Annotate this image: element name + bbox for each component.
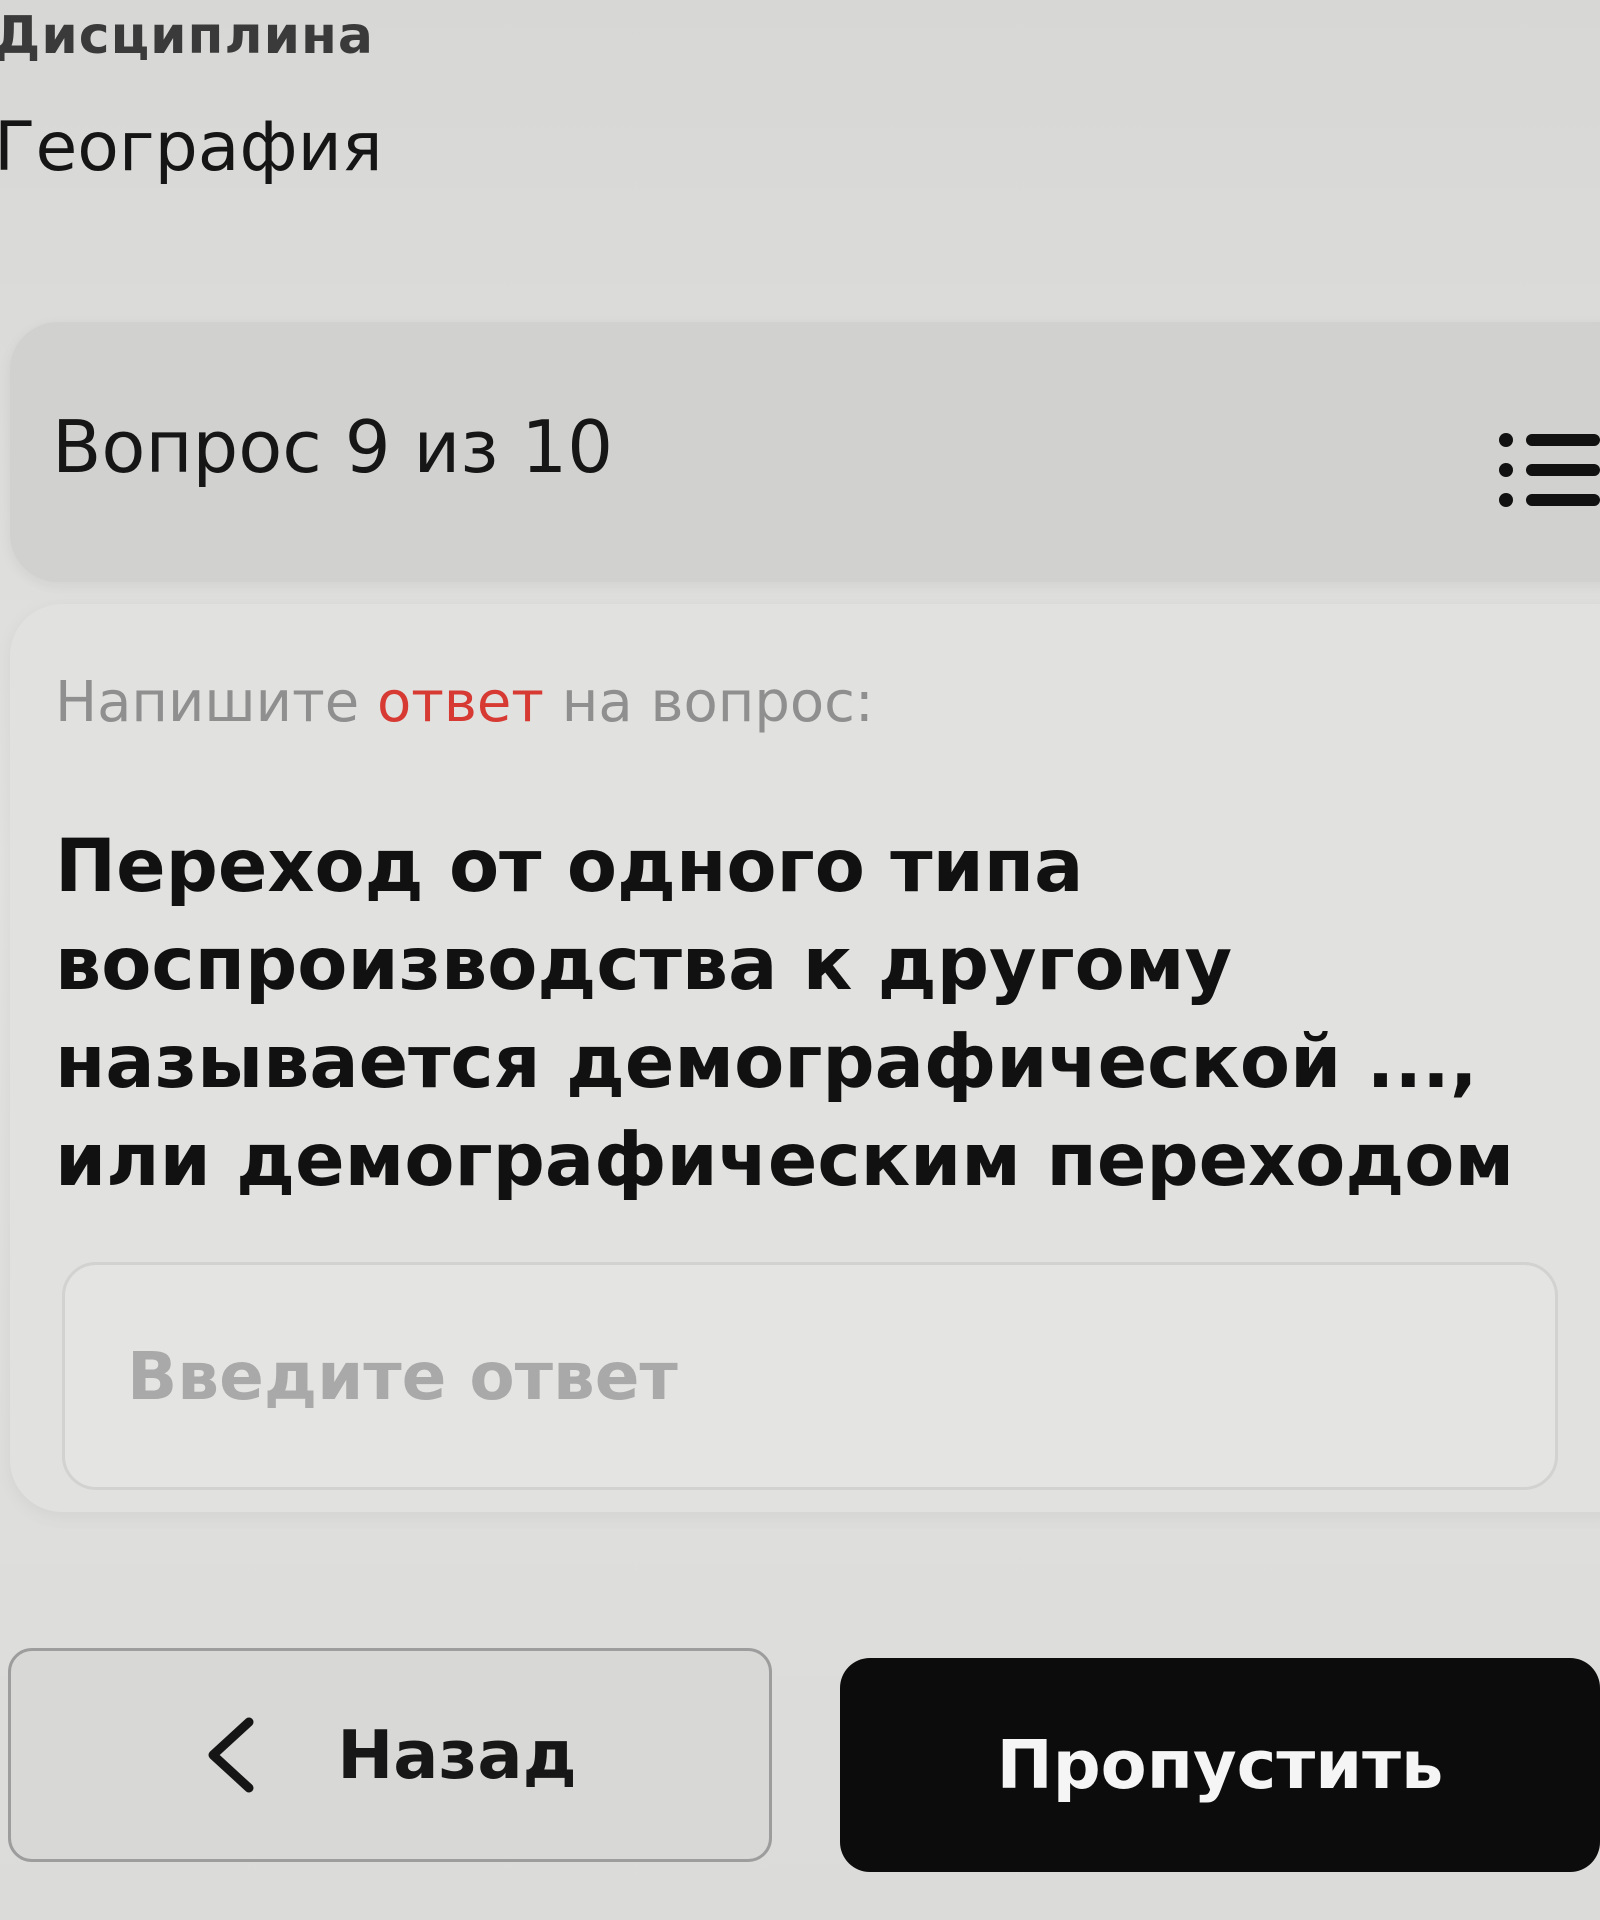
back-button-label: Назад <box>337 1716 577 1794</box>
discipline-label: Дисциплина <box>0 6 375 66</box>
answer-instruction: Напишите ответ на вопрос: <box>55 670 874 735</box>
question-text: Переход от одного типа воспроизводства к… <box>55 824 1515 1203</box>
list-icon <box>1499 433 1600 507</box>
skip-button-label: Пропустить <box>996 1726 1444 1804</box>
instruction-highlight: ответ <box>376 670 544 735</box>
chevron-left-icon <box>208 1717 254 1793</box>
instruction-text-start: Напишите <box>55 670 377 735</box>
question-counter: Вопрос 9 из 10 <box>52 405 614 489</box>
back-button[interactable]: Назад <box>8 1648 772 1862</box>
skip-button[interactable]: Пропустить <box>840 1658 1600 1872</box>
discipline-name: География <box>0 108 383 187</box>
answer-input[interactable] <box>62 1262 1558 1490</box>
question-screen: Дисциплина География Вопрос 9 из 10 Напи… <box>0 0 1600 1920</box>
instruction-text-end: на вопрос: <box>543 670 874 735</box>
questions-list-button[interactable] <box>1496 428 1600 512</box>
